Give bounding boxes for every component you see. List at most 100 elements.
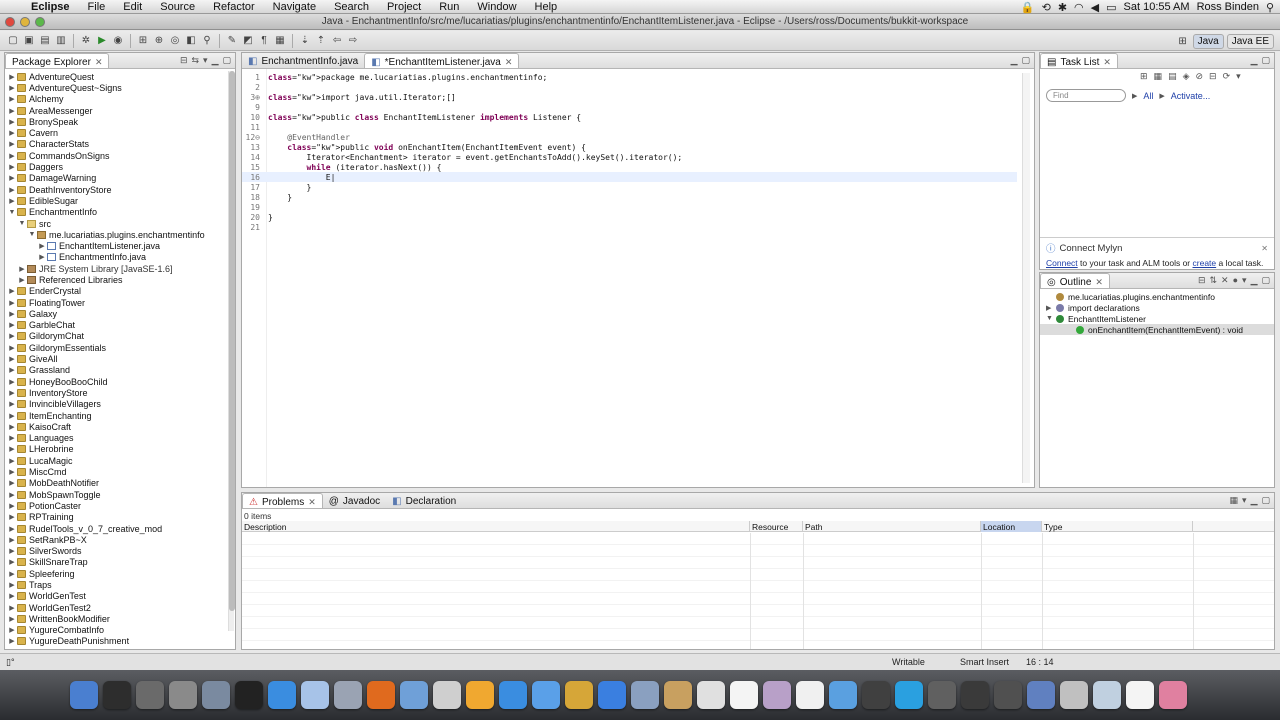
view-menu-icon[interactable]: ▾ xyxy=(1242,275,1247,286)
package-tree-item[interactable]: ▶ Galaxy xyxy=(5,308,230,319)
app-icon[interactable] xyxy=(994,681,1022,709)
task-find-input[interactable]: Find xyxy=(1046,89,1126,102)
package-tree-item[interactable]: ▶ DeathInventoryStore xyxy=(5,184,230,195)
sync-icon[interactable]: ⟳ xyxy=(1223,71,1231,82)
package-tree-item[interactable]: ▶ BronySpeak xyxy=(5,116,230,127)
triangle-right-icon[interactable]: ▶ xyxy=(7,299,17,307)
package-tree-item[interactable]: ▶ InvincibleVillagers xyxy=(5,399,230,410)
triangle-right-icon[interactable]: ▶ xyxy=(7,558,17,566)
app-icon[interactable] xyxy=(466,681,494,709)
bluetooth-icon[interactable]: ✱ xyxy=(1058,1,1067,14)
package-tree-item[interactable]: ▶ YugureCombatInfo xyxy=(5,625,230,636)
forward-icon[interactable]: ⇨ xyxy=(346,34,360,48)
code-line[interactable]: 18 } xyxy=(242,192,1017,202)
triangle-right-icon[interactable]: ▶ xyxy=(17,265,27,273)
network-icon[interactable] xyxy=(1027,681,1055,709)
package-tree-item[interactable]: ▶ EnderCrystal xyxy=(5,286,230,297)
triangle-right-icon[interactable]: ▶ xyxy=(7,186,17,194)
column-resource[interactable]: Resource xyxy=(750,521,803,532)
package-tree-item[interactable]: ▶ WorldGenTest xyxy=(5,591,230,602)
new-task-icon[interactable]: ⊞ xyxy=(1140,71,1148,82)
minecraft-icon[interactable] xyxy=(796,681,824,709)
save-all-icon[interactable]: ▤ xyxy=(38,34,52,48)
block-selection-icon[interactable]: ▦ xyxy=(273,34,287,48)
activate-task-link[interactable]: Activate... xyxy=(1171,91,1211,101)
mail-icon[interactable] xyxy=(400,681,428,709)
external-tools-icon[interactable]: ◉ xyxy=(111,34,125,48)
triangle-right-icon[interactable]: ▶ xyxy=(7,355,17,363)
triangle-right-icon[interactable]: ▶ xyxy=(1046,304,1056,312)
triangle-right-icon[interactable]: ▶ xyxy=(7,536,17,544)
tab-enchantitemlistener-java[interactable]: ◧ *EnchantItemListener.java ✕ xyxy=(364,53,520,68)
spotlight-icon[interactable]: ⚲ xyxy=(1266,1,1274,14)
menu-refactor[interactable]: Refactor xyxy=(204,1,264,13)
view-menu-icon[interactable]: ▾ xyxy=(203,55,208,66)
triangle-right-icon[interactable]: ▶ xyxy=(7,321,17,329)
minimize-icon[interactable]: ▁ xyxy=(1011,55,1018,66)
run-icon[interactable]: ▶ xyxy=(95,34,109,48)
package-tree-item[interactable]: ▶ WrittenBookModifier xyxy=(5,613,230,624)
package-tree-item[interactable]: ▼ me.lucariatias.plugins.enchantmentinfo xyxy=(5,229,230,240)
minimize-icon[interactable]: ▁ xyxy=(1251,275,1258,286)
tab-javadoc[interactable]: @ Javadoc xyxy=(323,493,386,508)
maximize-icon[interactable]: ▢ xyxy=(1261,55,1270,66)
volume-icon[interactable]: ◀ xyxy=(1091,1,1099,14)
code-line[interactable]: 15 while (iterator.hasNext()) { xyxy=(242,162,1017,172)
perspective-java[interactable]: Java xyxy=(1192,33,1224,49)
next-annotation-icon[interactable]: ⇣ xyxy=(298,34,312,48)
collapse-all-icon[interactable]: ⊟ xyxy=(1209,71,1217,82)
package-tree-item[interactable]: ▶ DamageWarning xyxy=(5,173,230,184)
package-tree-item[interactable]: ▶ GiveAll xyxy=(5,353,230,364)
new-java-project-icon[interactable]: ⊞ xyxy=(136,34,150,48)
code-line[interactable]: 16 E| xyxy=(242,172,1017,182)
close-icon[interactable]: ✕ xyxy=(1261,244,1268,253)
new-class-icon[interactable]: ◎ xyxy=(168,34,182,48)
triangle-right-icon[interactable]: ▶ xyxy=(7,479,17,487)
terminal-icon[interactable] xyxy=(235,681,263,709)
new-icon[interactable]: ▢ xyxy=(6,34,20,48)
battery-icon[interactable]: ▭ xyxy=(1106,1,1116,14)
package-tree-item[interactable]: ▶ EnchantmentInfo.java xyxy=(5,252,230,263)
scheduled-icon[interactable]: ▤ xyxy=(1168,71,1177,82)
menu-file[interactable]: File xyxy=(79,1,115,13)
code-text[interactable]: class="kw">public class EnchantItemListe… xyxy=(268,113,581,122)
code-text[interactable]: while (iterator.hasNext()) { xyxy=(268,163,442,172)
package-tree-item[interactable]: ▶ SilverSwords xyxy=(5,545,230,556)
triangle-right-icon[interactable]: ▶ xyxy=(7,434,17,442)
categorized-icon[interactable]: ▦ xyxy=(1154,71,1163,82)
package-tree-item[interactable]: ▶ InventoryStore xyxy=(5,387,230,398)
previous-annotation-icon[interactable]: ⇡ xyxy=(314,34,328,48)
skype-icon[interactable] xyxy=(895,681,923,709)
package-tree-item[interactable]: ▶ RPTraining xyxy=(5,512,230,523)
triangle-right-icon[interactable]: ▶ xyxy=(7,84,17,92)
activity-monitor-icon[interactable] xyxy=(103,681,131,709)
itunes-icon[interactable] xyxy=(532,681,560,709)
package-tree-item[interactable]: ▶ GildorymChat xyxy=(5,331,230,342)
triangle-right-icon[interactable]: ▶ xyxy=(7,547,17,555)
new-package-icon[interactable]: ⊕ xyxy=(152,34,166,48)
triangle-right-icon[interactable]: ▶ xyxy=(37,242,47,250)
tab-declaration[interactable]: ◧ Declaration xyxy=(386,493,462,508)
triangle-right-icon[interactable]: ▶ xyxy=(7,513,17,521)
package-tree-item[interactable]: ▶ Cavern xyxy=(5,127,230,138)
camera-icon[interactable] xyxy=(862,681,890,709)
app-icon[interactable] xyxy=(664,681,692,709)
package-tree-item[interactable]: ▶ GildorymEssentials xyxy=(5,342,230,353)
triangle-right-icon[interactable]: ▶ xyxy=(7,457,17,465)
tab-outline[interactable]: ◎ Outline ✕ xyxy=(1040,273,1110,288)
package-tree-item[interactable]: ▶ PotionCaster xyxy=(5,500,230,511)
triangle-right-icon[interactable]: ▶ xyxy=(7,163,17,171)
package-tree-item[interactable]: ▶ Daggers xyxy=(5,161,230,172)
close-icon[interactable]: ✕ xyxy=(308,497,316,508)
triangle-right-icon[interactable]: ▶ xyxy=(37,253,47,261)
triangle-right-icon[interactable]: ▶ xyxy=(7,107,17,115)
maximize-icon[interactable]: ▢ xyxy=(1261,495,1270,506)
package-tree-item[interactable]: ▶ Referenced Libraries xyxy=(5,274,230,285)
outline-item[interactable]: ▼ EnchantItemListener xyxy=(1040,313,1274,324)
menu-project[interactable]: Project xyxy=(378,1,430,13)
menu-navigate[interactable]: Navigate xyxy=(264,1,325,13)
close-icon[interactable]: ✕ xyxy=(1095,277,1103,288)
package-tree-item[interactable]: ▶ YugureDeathPunishment xyxy=(5,636,230,647)
menu-run[interactable]: Run xyxy=(430,1,468,13)
package-tree-item[interactable]: ▶ FloatingTower xyxy=(5,297,230,308)
